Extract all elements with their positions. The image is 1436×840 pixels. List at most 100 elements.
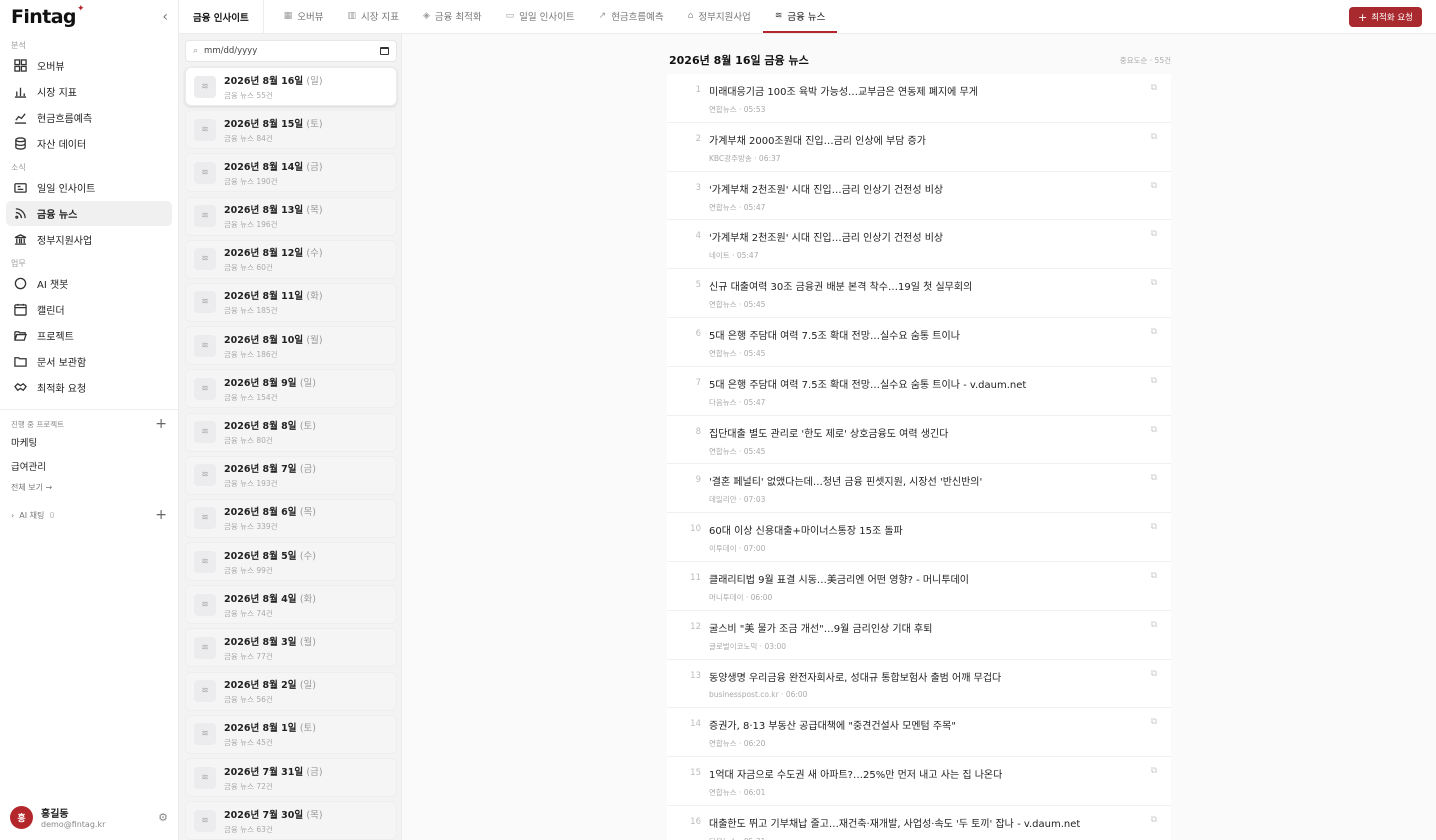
news-body: 미래대응기금 100조 육박 가능성…교부금은 연동제 폐지에 무게 연합뉴스 ·…	[709, 83, 978, 122]
sidebar-item[interactable]: 자산 데이터	[6, 131, 172, 156]
sidebar-item[interactable]: 금융 뉴스	[6, 201, 172, 226]
external-link-icon[interactable]: ⧉	[1151, 620, 1157, 630]
news-rank: 2	[695, 133, 701, 144]
date-list-item[interactable]: ≋ 2026년 8월 9일 (일) 금융 뉴스 154건	[185, 369, 397, 409]
date-list-item[interactable]: ≋ 2026년 8월 12일 (수) 금융 뉴스 60건	[185, 239, 397, 279]
news-body: '결혼 페널티' 없앴다는데…청년 금융 핀셋지원, 시장선 '반신반의' 데일리…	[709, 473, 982, 512]
tab[interactable]: ▭ 일일 인사이트	[494, 0, 587, 33]
date-list-item[interactable]: ≋ 2026년 8월 14일 (금) 금융 뉴스 190건	[185, 153, 397, 193]
date-list-item[interactable]: ≋ 2026년 8월 7일 (금) 금융 뉴스 193건	[185, 455, 397, 495]
sidebar-item[interactable]: 캘린더	[6, 297, 172, 322]
date-list-item[interactable]: ≋ 2026년 8월 1일 (토) 금융 뉴스 45건	[185, 714, 397, 754]
collapse-sidebar-icon[interactable]: ‹	[162, 9, 168, 25]
external-link-icon[interactable]: ⧉	[1151, 766, 1157, 776]
news-body: '가계부채 2천조원' 시대 진입…금리 인상기 건전성 비상 연합뉴스 · 05…	[709, 181, 943, 220]
add-project-icon[interactable]: +	[155, 416, 167, 432]
calendar-icon	[12, 303, 28, 316]
external-link-icon[interactable]: ⧉	[1151, 815, 1157, 825]
external-link-icon[interactable]: ⧉	[1151, 229, 1157, 239]
news-item[interactable]: 11 클래리티법 9월 표결 시동…美금리엔 어떤 영향? - 머니투데이 머니투데…	[667, 561, 1171, 611]
news-item[interactable]: 8 집단대출 별도 관리로 '한도 제로' 상호금융도 여력 생긴다 연합뉴스 · …	[667, 415, 1171, 465]
date-list-item[interactable]: ≋ 2026년 8월 15일 (토) 금융 뉴스 84건	[185, 110, 397, 150]
sidebar-item[interactable]: 문서 보관함	[6, 349, 172, 374]
date-list-item[interactable]: ≋ 2026년 8월 4일 (화) 금융 뉴스 74건	[185, 585, 397, 625]
external-link-icon[interactable]: ⧉	[1151, 473, 1157, 483]
external-link-icon[interactable]: ⧉	[1151, 571, 1157, 581]
news-item[interactable]: 13 동양생명 우리금융 완전자회사로, 성대규 통합보험사 출범 어깨 무겁다 b…	[667, 659, 1171, 709]
date-label: 2026년 8월 16일	[224, 75, 304, 87]
external-link-icon[interactable]: ⧉	[1151, 181, 1157, 191]
sidebar-item[interactable]: 정부지원사업	[6, 227, 172, 252]
news-item[interactable]: 5 신규 대출여력 30조 금융권 배분 본격 착수…19일 첫 실무회의 연합뉴스…	[667, 269, 1171, 318]
optimization-request-button[interactable]: + 최적화 요청	[1348, 7, 1422, 27]
user-profile[interactable]: 홍 홍길동 demo@fintag.kr ⚙	[0, 794, 178, 840]
sidebar-item[interactable]: 현금흐름예측	[6, 105, 172, 130]
news-item[interactable]: 4 '가계부채 2천조원' 시대 진입…금리 인상기 건전성 비상 네이트 · 05…	[667, 220, 1171, 270]
tab-label: 금융 최적화	[434, 11, 482, 23]
date-list-item[interactable]: ≋ 2026년 7월 31일 (금) 금융 뉴스 72건	[185, 758, 397, 797]
tab[interactable]: ◈ 금융 최적화	[411, 0, 494, 33]
sidebar-item[interactable]: 프로젝트	[6, 323, 172, 348]
project-item[interactable]: 마케팅	[0, 432, 178, 456]
date-picker-input[interactable]: ⌕ mm/dd/yyyy	[185, 40, 397, 62]
news-item[interactable]: 6 5대 은행 주담대 여력 7.5조 확대 전망…실수요 숨통 트이나 연합뉴스 …	[667, 317, 1171, 367]
date-list-item[interactable]: ≋ 2026년 8월 10일 (월) 금융 뉴스 186건	[185, 326, 397, 366]
news-item[interactable]: 15 1억대 자금으로 수도권 새 아파트?…25%만 먼저 내고 사는 집 나온…	[667, 757, 1171, 806]
news-item[interactable]: 14 증권가, 8·13 부동산 공급대책에 "중견건설사 모멘텀 주목" 연합뉴스…	[667, 708, 1171, 758]
date-list-item[interactable]: ≋ 2026년 8월 11일 (화) 금융 뉴스 185건	[185, 282, 397, 322]
news-rank: 1	[695, 85, 701, 95]
sidebar-item[interactable]: AI 챗봇	[6, 271, 172, 296]
external-link-icon[interactable]: ⧉	[1151, 278, 1157, 288]
news-item[interactable]: 10 60대 이상 신용대출+마이너스통장 15조 돌파 이투데이 · 07:00 ⧉	[667, 513, 1171, 562]
sidebar-item[interactable]: 오버뷰	[6, 53, 172, 78]
sidebar-item[interactable]: 일일 인사이트	[6, 175, 172, 200]
logo[interactable]: Fintag ✦	[11, 4, 85, 28]
tab[interactable]: ↗ 현금흐름예측	[587, 0, 676, 33]
news-item[interactable]: 7 5대 은행 주담대 여력 7.5조 확대 전망…실수요 숨통 트이나 - v.…	[667, 366, 1171, 416]
external-link-icon[interactable]: ⧉	[1151, 83, 1157, 93]
news-item[interactable]: 9 '결혼 페널티' 없앴다는데…청년 금융 핀셋지원, 시장선 '반신반의' 데일…	[667, 464, 1171, 514]
news-item[interactable]: 3 '가계부채 2천조원' 시대 진입…금리 인상기 건전성 비상 연합뉴스 · 0…	[667, 171, 1171, 221]
date-item-title: 2026년 8월 14일 (금)	[224, 159, 323, 173]
date-list-item[interactable]: ≋ 2026년 8월 13일 (목) 금융 뉴스 196건	[185, 196, 397, 236]
settings-icon[interactable]: ⚙	[158, 811, 168, 824]
ai-chat-row[interactable]: › AI 채팅 0 +	[0, 504, 178, 526]
external-link-icon[interactable]: ⧉	[1151, 522, 1157, 532]
news-count: 금융 뉴스 80건	[224, 436, 273, 445]
tab[interactable]: ≋ 금융 뉴스	[762, 0, 838, 33]
date-list-item[interactable]: ≋ 2026년 8월 16일 (일) 금융 뉴스 55건	[185, 67, 397, 106]
news-header: 2026년 8월 16일 금융 뉴스 중요도순 · 55건	[667, 52, 1171, 68]
tab[interactable]: ⌂ 정부지원사업	[676, 0, 763, 33]
rss-icon: ≋	[194, 334, 216, 357]
news-rank: 10	[690, 524, 701, 535]
date-list-item[interactable]: ≋ 2026년 8월 6일 (목) 금융 뉴스 339건	[185, 498, 397, 538]
sidebar-item[interactable]: 시장 지표	[6, 79, 172, 104]
news-source: 연합뉴스 · 06:01	[709, 788, 766, 798]
ai-chat-toggle[interactable]: › AI 채팅 0	[11, 510, 55, 521]
calendar-icon[interactable]	[380, 47, 389, 55]
date-list-item[interactable]: ≋ 2026년 8월 3일 (월) 금융 뉴스 77건	[185, 628, 397, 668]
date-list-item[interactable]: ≋ 2026년 8월 2일 (일) 금융 뉴스 56건	[185, 671, 397, 711]
news-item[interactable]: 12 굴스비 "美 물가 조금 개선"…9월 금리인상 기대 후퇴 글로벌이코노믹 …	[667, 610, 1171, 660]
tab[interactable]: ▥ 시장 지표	[336, 0, 412, 33]
add-ai-chat-icon[interactable]: +	[155, 507, 167, 523]
external-link-icon[interactable]: ⧉	[1151, 132, 1157, 142]
date-item-title: 2026년 8월 12일 (수)	[224, 245, 323, 259]
date-list-item[interactable]: ≋ 2026년 8월 8일 (토) 금융 뉴스 80건	[185, 412, 397, 452]
external-link-icon[interactable]: ⧉	[1151, 327, 1157, 337]
external-link-icon[interactable]: ⧉	[1151, 717, 1157, 727]
news-item[interactable]: 1 미래대응기금 100조 육박 가능성…교부금은 연동제 폐지에 무게 연합뉴스 …	[667, 74, 1171, 123]
project-item[interactable]: 급여관리	[0, 456, 178, 480]
see-all-link[interactable]: 전체 보기 →	[0, 480, 178, 496]
sidebar-item[interactable]: 최적화 요청	[6, 375, 172, 400]
external-link-icon[interactable]: ⧉	[1151, 425, 1157, 435]
date-list-item[interactable]: ≋ 2026년 7월 30일 (목) 금융 뉴스 63건	[185, 801, 397, 840]
news-item[interactable]: 16 대출한도 뛰고 기부채납 줄고…재건축·재개발, 사업성·속도 '두 토끼'…	[667, 805, 1171, 840]
news-title: 2026년 8월 16일 금융 뉴스	[669, 54, 809, 67]
nav-section-label: 업무	[11, 259, 26, 268]
news-item[interactable]: 2 가계부채 2000조원대 진입…금리 인상에 부담 증가 KBC광주방송 · 0…	[667, 122, 1171, 172]
external-link-icon[interactable]: ⧉	[1151, 669, 1157, 679]
date-list-item[interactable]: ≋ 2026년 8월 5일 (수) 금융 뉴스 99건	[185, 542, 397, 582]
tab[interactable]: ▦ 오버뷰	[272, 0, 336, 33]
external-link-icon[interactable]: ⧉	[1151, 376, 1157, 386]
